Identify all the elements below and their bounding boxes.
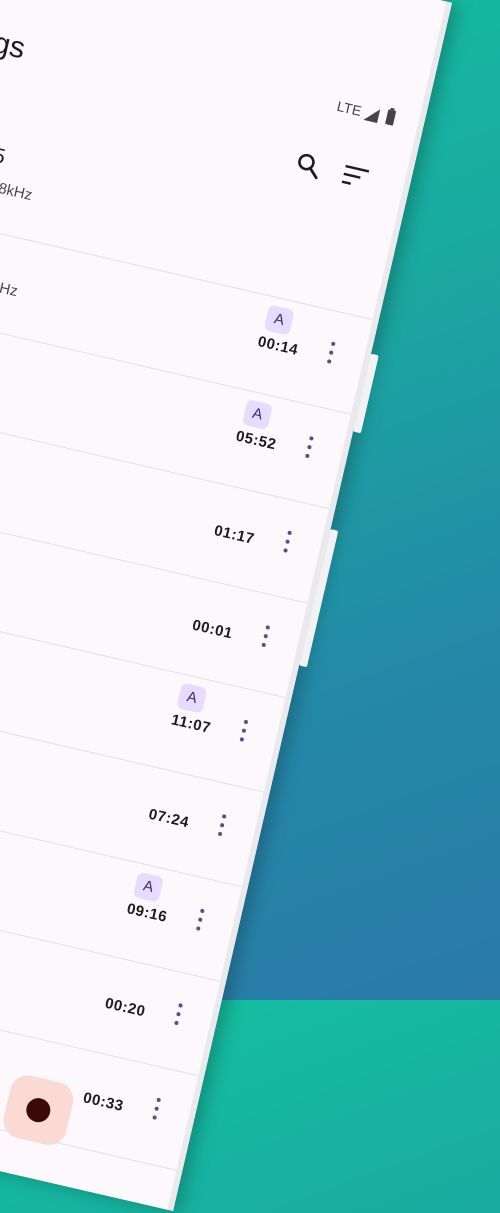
auto-badge: A: [241, 399, 273, 431]
recording-duration: 00:33: [81, 1089, 126, 1115]
more-options-icon[interactable]: [258, 624, 274, 652]
auto-badge: A: [132, 871, 164, 903]
search-icon[interactable]: [293, 150, 324, 181]
recording-duration: 00:20: [103, 994, 148, 1021]
signal-icon: [363, 106, 381, 124]
more-options-icon[interactable]: [279, 530, 295, 558]
battery-icon: [385, 109, 397, 126]
page-title: recordings: [0, 1, 29, 66]
more-options-icon[interactable]: [323, 341, 339, 369]
recording-duration: 01:17: [212, 522, 257, 548]
record-icon: [23, 1095, 53, 1125]
more-options-icon[interactable]: [148, 1097, 164, 1125]
auto-badge: A: [263, 304, 295, 336]
app-screen: LTE recordings 26_130415ago 0 B, mp3, 48…: [0, 0, 447, 1210]
network-type-label: LTE: [335, 97, 364, 119]
more-options-icon[interactable]: [301, 435, 317, 463]
recording-duration: 05:52: [234, 427, 278, 454]
recording-meta: 27.71 kB, mp3, 48kHz: [0, 250, 20, 301]
recording-duration: 11:07: [169, 711, 213, 737]
recording-duration: 07:24: [146, 805, 191, 832]
auto-badge: A: [176, 682, 208, 714]
more-options-icon[interactable]: [192, 908, 208, 936]
more-options-icon[interactable]: [214, 813, 230, 841]
recording-name: 26_130415: [0, 122, 8, 169]
more-options-icon[interactable]: [170, 1002, 186, 1030]
recording-duration: 00:01: [190, 616, 235, 643]
recording-list: 26_130415ago 0 B, mp3, 48kHz_07152827.71…: [0, 104, 395, 1171]
phone-device: LTE recordings 26_130415ago 0 B, mp3, 48…: [0, 0, 453, 1212]
recording-meta: ago 0 B, mp3, 48kHz: [0, 156, 34, 205]
more-options-icon[interactable]: [236, 719, 252, 747]
status-bar: [0, 0, 446, 40]
sort-icon[interactable]: [340, 163, 370, 190]
recording-duration: 09:16: [125, 900, 169, 926]
recording-duration: 00:14: [256, 333, 300, 359]
